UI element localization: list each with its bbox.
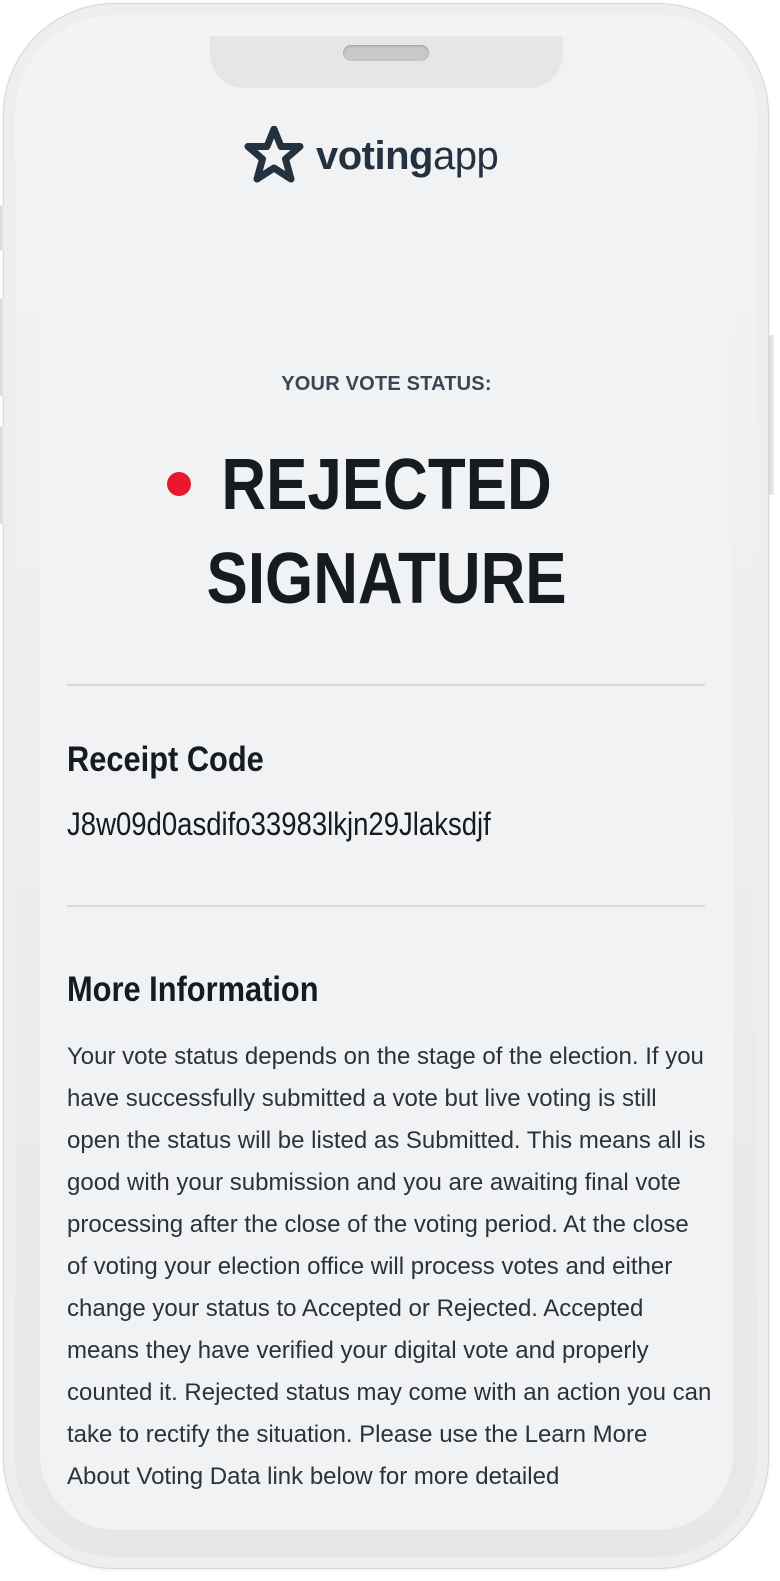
receipt-code[interactable]: J8w09d0asdifo33983lkjn29Jlaksdjf [67, 806, 491, 843]
more-info-heading: More Information [67, 970, 319, 1009]
app-name: votingapp [316, 134, 499, 178]
notch [210, 36, 563, 88]
more-info-body: Your vote status depends on the stage of… [67, 1043, 712, 1490]
mute-switch [0, 205, 4, 251]
volume-down-button [0, 426, 4, 524]
status-line-2: SIGNATURE [206, 539, 567, 619]
divider [67, 684, 705, 686]
brand-bold: voting [316, 134, 433, 178]
brand-regular: app [432, 134, 499, 178]
divider [67, 905, 705, 907]
volume-up-button [0, 298, 4, 396]
receipt-heading: Receipt Code [67, 740, 264, 779]
speaker [343, 45, 429, 61]
vote-status-label: YOUR VOTE STATUS: [281, 373, 492, 395]
status-line-1: REJECTED [221, 445, 552, 525]
star-outline-icon [244, 126, 304, 183]
power-button [769, 335, 774, 495]
vote-status-value: REJECTED SIGNATURE [89, 438, 685, 626]
screen: votingapp YOUR VOTE STATUS: REJECTED SIG… [40, 36, 733, 1530]
app-logo[interactable]: votingapp [244, 126, 499, 186]
